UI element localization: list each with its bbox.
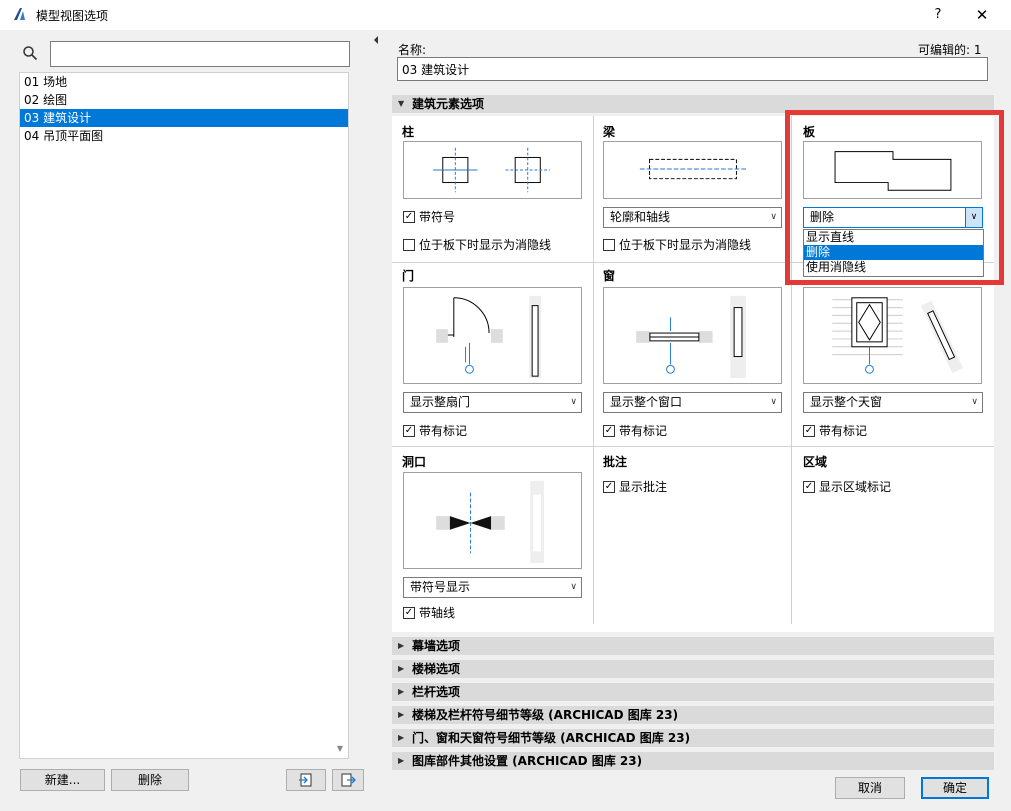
- close-button[interactable]: ✕: [964, 3, 1000, 27]
- beam-preview: [603, 141, 782, 199]
- chevron-right-icon: ▶: [398, 664, 405, 673]
- chevron-right-icon: ▶: [398, 687, 405, 696]
- list-item[interactable]: 04 吊顶平面图: [20, 127, 348, 145]
- beam-display-select[interactable]: 轮廓和轴线 ∨: [603, 207, 782, 228]
- column-symbol-checkbox[interactable]: ✓ 带符号: [403, 210, 455, 224]
- door-display-select[interactable]: 显示整扇门 ∨: [403, 392, 582, 413]
- beam-hidden-checkbox[interactable]: 位于板下时显示为消隐线: [603, 238, 751, 252]
- collapse-left-icon[interactable]: [372, 35, 380, 45]
- section-header-railings[interactable]: ▶ 栏杆选项: [392, 683, 994, 701]
- chevron-down-icon: ∨: [770, 212, 777, 222]
- window-display-select[interactable]: 显示整个窗口 ∨: [603, 392, 782, 413]
- archicad-logo-icon: [14, 8, 25, 20]
- chevron-right-icon: ▶: [398, 756, 405, 765]
- checkmark-icon: ✓: [403, 607, 415, 619]
- window-title-label: 窗: [603, 269, 616, 283]
- export-icon: [341, 773, 356, 787]
- view-list[interactable]: 01 场地 02 绘图 03 建筑设计 04 吊顶平面图: [19, 72, 349, 759]
- annotation-title: 批注: [603, 455, 628, 469]
- import-button[interactable]: [286, 769, 326, 791]
- list-item[interactable]: 02 绘图: [20, 91, 348, 109]
- section-header-stairs[interactable]: ▶ 楼梯选项: [392, 660, 994, 678]
- beam-title: 梁: [603, 125, 616, 139]
- opening-title: 洞口: [402, 455, 427, 469]
- section-header-curtain-wall[interactable]: ▶ 幕墙选项: [392, 637, 994, 655]
- name-label: 名称:: [398, 43, 427, 57]
- list-item-selected[interactable]: 03 建筑设计: [20, 109, 348, 127]
- highlight-frame: [785, 110, 1004, 285]
- new-button[interactable]: 新建...: [20, 769, 105, 791]
- chevron-down-icon: ∨: [570, 397, 577, 407]
- export-button[interactable]: [332, 769, 364, 791]
- chevron-down-icon: ∨: [570, 582, 577, 592]
- skylight-marker-checkbox[interactable]: ✓ 带有标记: [803, 424, 867, 438]
- chevron-down-icon: ∨: [770, 397, 777, 407]
- title-bar: 模型视图选项 ? ✕: [0, 0, 1011, 30]
- door-title: 门: [402, 269, 415, 283]
- chevron-down-icon: ∨: [971, 397, 978, 407]
- column-preview: [403, 141, 582, 199]
- help-button[interactable]: ?: [924, 3, 952, 27]
- column-title: 柱: [402, 125, 415, 139]
- opening-axis-checkbox[interactable]: ✓ 带轴线: [403, 606, 455, 620]
- section-header-library-other[interactable]: ▶ 图库部件其他设置 (ARCHICAD 图库 23): [392, 752, 994, 770]
- window-preview: [603, 287, 782, 384]
- editable-label: 可编辑的: 1: [918, 43, 982, 57]
- section-header-door-window-detail[interactable]: ▶ 门、窗和天窗符号细节等级 (ARCHICAD 图库 23): [392, 729, 994, 747]
- zone-checkbox[interactable]: ✓ 显示区域标记: [803, 480, 891, 494]
- chevron-right-icon: ▶: [398, 710, 405, 719]
- scroll-down-icon[interactable]: ▼: [333, 744, 347, 756]
- zone-title: 区域: [803, 455, 828, 469]
- chevron-right-icon: ▶: [398, 733, 405, 742]
- checkmark-icon: ✓: [603, 425, 615, 437]
- search-input[interactable]: [50, 41, 350, 67]
- import-icon: [299, 773, 312, 787]
- annotation-checkbox[interactable]: ✓ 显示批注: [603, 480, 667, 494]
- window-title: 模型视图选项: [36, 9, 109, 23]
- checkmark-icon: ✓: [803, 425, 815, 437]
- window-marker-checkbox[interactable]: ✓ 带有标记: [603, 424, 667, 438]
- chevron-down-icon: ▼: [398, 99, 405, 108]
- search-icon: [23, 46, 38, 61]
- door-marker-checkbox[interactable]: ✓ 带有标记: [403, 424, 467, 438]
- section-header-stair-detail[interactable]: ▶ 楼梯及栏杆符号细节等级 (ARCHICAD 图库 23): [392, 706, 994, 724]
- checkmark-icon: ✓: [803, 481, 815, 493]
- column-hidden-checkbox[interactable]: 位于板下时显示为消隐线: [403, 238, 551, 252]
- skylight-preview: [803, 287, 982, 384]
- skylight-display-select[interactable]: 显示整个天窗 ∨: [803, 392, 983, 413]
- editable-count: 1: [973, 43, 982, 57]
- door-preview: [403, 287, 582, 384]
- ok-button[interactable]: 确定: [921, 777, 989, 799]
- opening-preview: [403, 472, 582, 569]
- list-item[interactable]: 01 场地: [20, 73, 348, 91]
- chevron-right-icon: ▶: [398, 641, 405, 650]
- checkmark-icon: ✓: [403, 425, 415, 437]
- opening-display-select[interactable]: 带符号显示 ∨: [403, 577, 582, 598]
- name-input[interactable]: [397, 57, 988, 81]
- delete-button[interactable]: 删除: [111, 769, 189, 791]
- checkmark-icon: ✓: [603, 481, 615, 493]
- checkmark-icon: ✓: [403, 211, 415, 223]
- cancel-button[interactable]: 取消: [835, 777, 905, 799]
